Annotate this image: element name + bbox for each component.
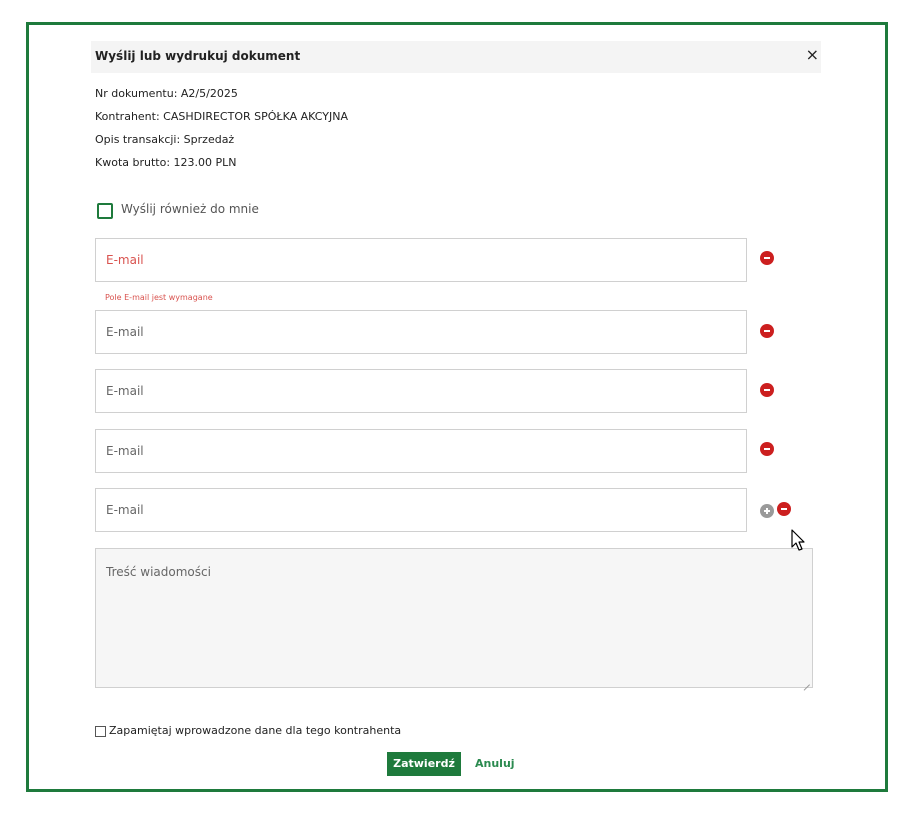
remove-email-1-icon[interactable]	[760, 251, 774, 265]
add-email-icon[interactable]	[760, 504, 774, 518]
remove-email-5-icon[interactable]	[777, 502, 791, 516]
send-to-me-label: Wyślij również do mnie	[121, 202, 259, 216]
email-error-message: Pole E-mail jest wymagane	[105, 293, 213, 302]
send-document-dialog: Wyślij lub wydrukuj dokument × Nr dokume…	[29, 25, 885, 789]
email-placeholder: E-mail	[106, 384, 144, 398]
message-textarea[interactable]: Treść wiadomości	[95, 548, 813, 688]
mouse-pointer-icon	[791, 529, 805, 551]
gross-amount: Kwota brutto: 123.00 PLN	[95, 156, 237, 169]
document-number: Nr dokumentu: A2/5/2025	[95, 87, 238, 100]
message-placeholder: Treść wiadomości	[106, 565, 211, 579]
remove-email-4-icon[interactable]	[760, 442, 774, 456]
email-field-4[interactable]: E-mail	[95, 429, 747, 473]
remove-email-2-icon[interactable]	[760, 324, 774, 338]
remove-email-3-icon[interactable]	[760, 383, 774, 397]
transaction-description: Opis transakcji: Sprzedaż	[95, 133, 235, 146]
remember-data-label: Zapamiętaj wprowadzone dane dla tego kon…	[109, 724, 402, 737]
email-field-5[interactable]: E-mail	[95, 488, 747, 532]
confirm-button[interactable]: Zatwierdź	[387, 752, 461, 776]
email-placeholder: E-mail	[106, 325, 144, 339]
close-icon[interactable]: ×	[806, 45, 819, 65]
email-field-3[interactable]: E-mail	[95, 369, 747, 413]
dialog-header: Wyślij lub wydrukuj dokument ×	[91, 41, 821, 73]
remember-data-checkbox[interactable]	[95, 726, 106, 737]
contractor-name: Kontrahent: CASHDIRECTOR SPÓŁKA AKCYJNA	[95, 110, 348, 123]
send-to-me-checkbox[interactable]	[97, 203, 113, 219]
email-placeholder: E-mail	[106, 503, 144, 517]
email-placeholder: E-mail	[106, 444, 144, 458]
resize-handle-icon[interactable]	[802, 677, 810, 685]
dialog-frame: Wyślij lub wydrukuj dokument × Nr dokume…	[26, 22, 888, 792]
dialog-title: Wyślij lub wydrukuj dokument	[95, 49, 301, 63]
email-field-2[interactable]: E-mail	[95, 310, 747, 354]
cancel-link[interactable]: Anuluj	[475, 757, 515, 770]
email-field-1[interactable]: E-mail	[95, 238, 747, 282]
email-placeholder: E-mail	[106, 253, 144, 267]
